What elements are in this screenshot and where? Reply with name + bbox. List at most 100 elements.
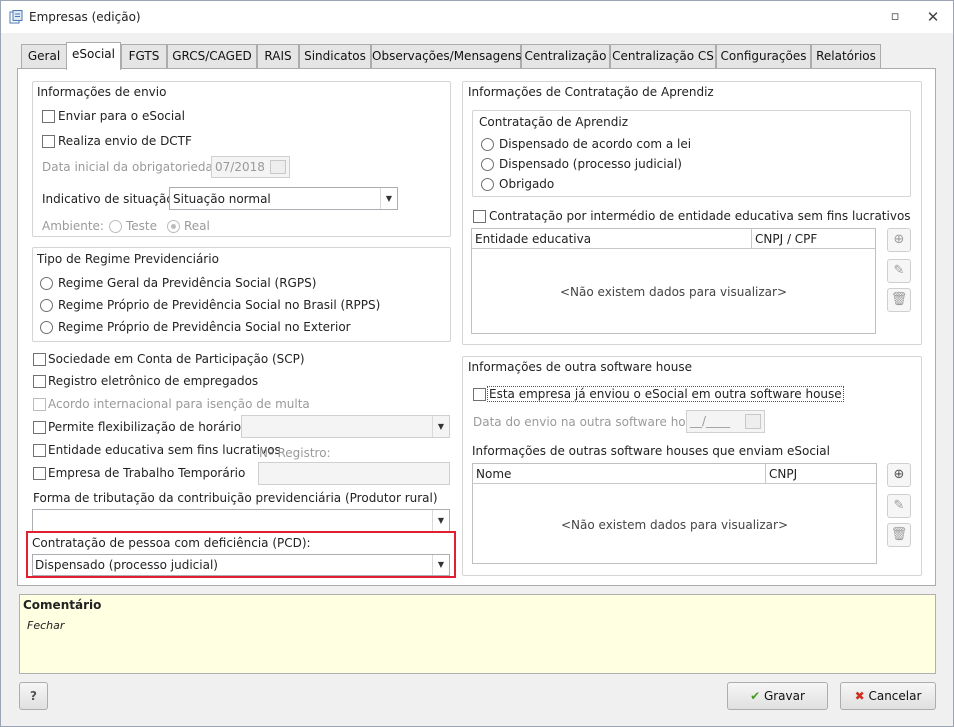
aprendiz-obrigado-label: Obrigado — [499, 177, 555, 191]
flexibilizacao-select[interactable]: ▼ — [241, 415, 450, 438]
dctf-checkbox[interactable] — [42, 135, 55, 148]
ambiente-label: Ambiente: — [42, 219, 104, 233]
regime-rgps-label: Regime Geral da Previdência Social (RGPS… — [58, 276, 317, 290]
tab-relatorios[interactable]: Relatórios — [811, 44, 881, 68]
dctf-label: Realiza envio de DCTF — [58, 134, 192, 148]
registro-eletronico-label: Registro eletrônico de empregados — [48, 374, 259, 388]
registro-numero-label: Nº Registro: — [259, 446, 331, 460]
data-obrigatoriedade-label: Data inicial da obrigatoriedade: — [42, 160, 232, 174]
chevron-down-icon: ▼ — [432, 510, 449, 531]
regime-title: Tipo de Regime Previdenciário — [37, 252, 219, 266]
data-envio-field[interactable]: __/____ — [686, 410, 765, 433]
enviou-outra-label: Esta empresa já enviou o eSocial em outr… — [487, 386, 844, 402]
comment-text: Fechar — [27, 619, 65, 632]
aprendiz-judicial-label: Dispensado (processo judicial) — [499, 157, 682, 171]
x-icon: ✖ — [854, 689, 865, 703]
comment-box: Comentário Fechar — [19, 594, 936, 674]
software-grid: Nome CNPJ <Não existem dados para visual… — [472, 463, 877, 564]
ambiente-teste-radio[interactable] — [109, 220, 122, 233]
grid-col-nome[interactable]: Nome — [473, 464, 766, 484]
delete-entidade-button[interactable]: 🗑 — [887, 288, 911, 312]
regime-rpps-label: Regime Próprio de Previdência Social no … — [58, 298, 381, 312]
regime-rpps-radio[interactable] — [40, 299, 53, 312]
aprendiz-obrigado-radio[interactable] — [481, 178, 494, 191]
regime-rgps-radio[interactable] — [40, 277, 53, 290]
intermedio-label: Contratação por intermédio de entidade e… — [489, 209, 911, 223]
enviar-esocial-checkbox[interactable] — [42, 110, 55, 123]
tab-observacoes[interactable]: Observações/Mensagens — [371, 44, 522, 68]
outras-label: Informações de outras software houses qu… — [472, 444, 830, 458]
flexibilizacao-checkbox[interactable] — [33, 421, 46, 434]
tab-sindicatos[interactable]: Sindicatos — [299, 44, 371, 68]
acordo-label: Acordo internacional para isenção de mul… — [48, 397, 310, 411]
delete-software-button[interactable]: 🗑 — [887, 523, 911, 547]
data-obrigatoriedade-field[interactable]: 07/2018 — [211, 156, 290, 178]
software-title: Informações de outra software house — [468, 360, 692, 374]
entidade-educativa-label: Entidade educativa sem fins lucrativos — [48, 443, 281, 457]
aprendiz-title: Informações de Contratação de Aprendiz — [468, 85, 714, 99]
window: Empresas (edição) ▫ ✕ Geral eSocial FGTS… — [0, 0, 954, 727]
comment-title: Comentário — [23, 598, 102, 612]
add-entidade-button[interactable]: ⊕ — [887, 228, 911, 252]
tributacao-label: Forma de tributação da contribuição prev… — [33, 491, 438, 505]
check-icon: ✔ — [750, 689, 761, 703]
trabalho-temporario-checkbox[interactable] — [33, 467, 46, 480]
tab-geral[interactable]: Geral — [21, 44, 67, 68]
indicativo-select[interactable]: Situação normal ▼ — [169, 187, 398, 210]
help-button[interactable]: ? — [19, 682, 48, 710]
entidade-grid-empty: <Não existem dados para visualizar> — [559, 285, 787, 299]
trabalho-temporario-label: Empresa de Trabalho Temporário — [48, 466, 246, 480]
chevron-down-icon: ▼ — [380, 188, 397, 209]
title-bar: Empresas (edição) ▫ ✕ — [1, 1, 953, 33]
chevron-down-icon: ▼ — [432, 416, 449, 437]
entidade-educativa-checkbox[interactable] — [33, 444, 46, 457]
grid-col-cnpj[interactable]: CNPJ — [766, 464, 876, 484]
tab-rais[interactable]: RAIS — [257, 44, 299, 68]
tab-fgts[interactable]: FGTS — [121, 44, 167, 68]
aprendiz-sub-title: Contratação de Aprendiz — [479, 115, 629, 129]
tab-esocial[interactable]: eSocial — [66, 42, 121, 70]
scp-label: Sociedade em Conta de Participação (SCP) — [48, 352, 305, 366]
pcd-highlight-box — [26, 531, 456, 578]
envio-title: Informações de envio — [37, 85, 167, 99]
ambiente-real-radio[interactable] — [167, 220, 180, 233]
edit-software-button[interactable]: ✎ — [887, 494, 911, 518]
ambiente-teste-label: Teste — [126, 219, 158, 233]
aprendiz-lei-label: Dispensado de acordo com a lei — [499, 137, 692, 151]
tab-grcs-caged[interactable]: GRCS/CAGED — [167, 44, 257, 68]
ambiente-real-label: Real — [184, 219, 210, 233]
registro-numero-field[interactable] — [258, 462, 450, 485]
aprendiz-judicial-radio[interactable] — [481, 158, 494, 171]
flexibilizacao-label: Permite flexibilização de horários — [48, 420, 248, 434]
entidade-grid: Entidade educativa CNPJ / CPF <Não exist… — [471, 228, 876, 334]
acordo-checkbox[interactable] — [33, 398, 46, 411]
registro-eletronico-checkbox[interactable] — [33, 375, 46, 388]
intermedio-checkbox[interactable] — [473, 210, 486, 223]
tab-centralizacao[interactable]: Centralização — [521, 44, 610, 68]
calendar-icon[interactable] — [270, 160, 286, 174]
entidade-grid-header: Entidade educativa CNPJ / CPF — [472, 229, 875, 249]
data-envio-label: Data do envio na outra software house: — [473, 415, 711, 429]
scp-checkbox[interactable] — [33, 353, 46, 366]
tab-centralizacao-cs[interactable]: Centralização CS — [610, 44, 716, 68]
grid-col-entidade[interactable]: Entidade educativa — [472, 229, 752, 249]
regime-exterior-radio[interactable] — [40, 321, 53, 334]
add-software-button[interactable]: ⊕ — [887, 463, 911, 487]
close-icon[interactable]: ✕ — [921, 7, 945, 27]
tab-configuracoes[interactable]: Configurações — [716, 44, 811, 68]
grid-col-cnpj-cpf[interactable]: CNPJ / CPF — [752, 229, 875, 249]
save-button[interactable]: ✔ Gravar — [727, 682, 828, 710]
regime-exterior-label: Regime Próprio de Previdência Social no … — [58, 320, 351, 334]
window-title: Empresas (edição) — [29, 10, 141, 24]
app-icon — [9, 10, 23, 24]
edit-entidade-button[interactable]: ✎ — [887, 259, 911, 283]
calendar-icon[interactable] — [745, 414, 761, 429]
restore-icon[interactable]: ▫ — [883, 7, 907, 27]
cancel-button[interactable]: ✖ Cancelar — [840, 682, 936, 710]
software-grid-header: Nome CNPJ — [473, 464, 876, 484]
tributacao-select[interactable]: ▼ — [32, 509, 450, 532]
indicativo-label: Indicativo de situação: — [42, 192, 178, 206]
software-grid-empty: <Não existem dados para visualizar> — [560, 518, 788, 532]
enviou-outra-checkbox[interactable] — [473, 388, 486, 401]
aprendiz-lei-radio[interactable] — [481, 138, 494, 151]
